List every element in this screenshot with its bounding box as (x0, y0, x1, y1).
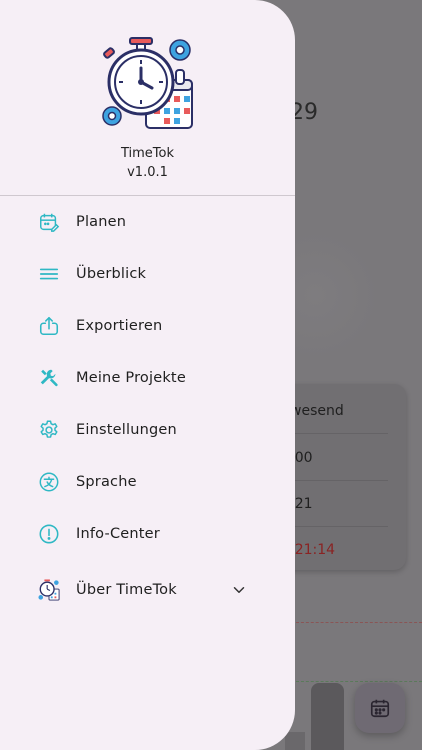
card-row-overtime: :21:14 (290, 541, 336, 558)
menu-item-sprache[interactable]: Sprache (0, 456, 295, 508)
menu-item-label: Info-Center (76, 526, 160, 542)
card-row-value: :21 (290, 482, 388, 527)
navigation-drawer: TimeTok v1.0.1 Planen Überblick Exportie… (0, 0, 295, 750)
app-logo-icon (102, 37, 193, 129)
menu-item-label: Exportieren (76, 318, 163, 334)
calendar-icon (370, 699, 390, 718)
menu-item-exportieren[interactable]: Exportieren (0, 300, 295, 352)
target-line-red (296, 622, 422, 623)
target-line-green (296, 681, 422, 682)
menu-item-ueber-timetok[interactable]: Über TimeTok (0, 564, 295, 616)
menu-item-meine-projekte[interactable]: Meine Projekte (0, 352, 295, 404)
info-icon (38, 523, 60, 545)
menu-item-label: Über TimeTok (76, 582, 177, 598)
chart-bar (285, 732, 305, 750)
app-logo-icon (38, 579, 60, 601)
menu-item-planen[interactable]: Planen (0, 196, 295, 248)
menu-item-label: Sprache (76, 474, 137, 490)
tools-icon (38, 367, 60, 389)
menu-item-ueberblick[interactable]: Überblick (0, 248, 295, 300)
gear-icon (38, 419, 60, 441)
card-row-value: :00 (290, 436, 388, 481)
drawer-header: TimeTok v1.0.1 (0, 0, 295, 196)
card-row-label: wesend (290, 389, 388, 434)
menu-item-label: Planen (76, 214, 127, 230)
upload-icon (38, 315, 60, 337)
translate-icon (38, 471, 60, 493)
menu-item-label: Überblick (76, 266, 147, 282)
calendar-edit-icon (38, 211, 60, 233)
chevron-down-icon[interactable] (230, 581, 248, 599)
menu-item-info-center[interactable]: Info-Center (0, 508, 295, 560)
menu-item-einstellungen[interactable]: Einstellungen (0, 404, 295, 456)
menu-item-label: Meine Projekte (76, 370, 186, 386)
app-name: TimeTok (120, 146, 175, 161)
menu-item-label: Einstellungen (76, 422, 177, 438)
chart-bar (311, 683, 344, 750)
app-version: v1.0.1 (127, 165, 168, 180)
calendar-fab-button[interactable] (355, 683, 405, 733)
menu-lines-icon (38, 263, 60, 285)
